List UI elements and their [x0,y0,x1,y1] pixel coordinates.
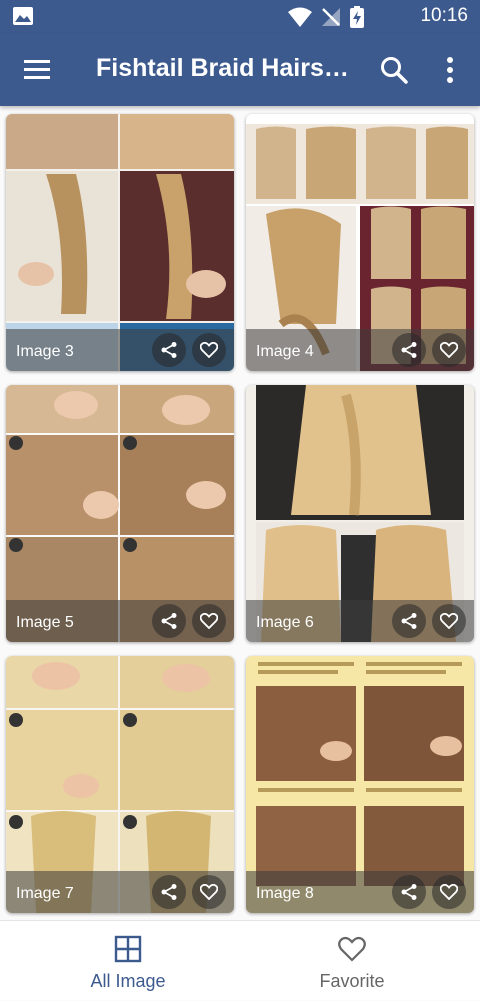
share-button[interactable] [392,875,426,909]
share-icon [401,613,417,629]
status-bar: 10:16 [0,0,480,34]
image-card[interactable]: Image 6 [246,385,474,642]
card-caption: Image 5 [16,614,74,631]
heart-outline-icon [200,342,218,358]
share-button[interactable] [152,604,186,638]
nav-label: All Image [90,971,166,991]
battery-charging-icon [350,6,364,28]
heart-outline-icon [200,613,218,629]
favorite-button[interactable] [432,875,466,909]
share-icon [161,342,177,358]
image-card[interactable]: Image 8 [246,656,474,913]
signal-off-icon [322,8,340,26]
image-card[interactable]: Image 4 [246,114,474,371]
favorite-button[interactable] [192,875,226,909]
image-card[interactable]: Image 3 [6,114,234,371]
image-notification-icon [13,7,33,25]
app-bar: Fishtail Braid Hairstyles [0,34,480,106]
share-button[interactable] [392,604,426,638]
heart-outline-icon [440,342,458,358]
favorite-button[interactable] [192,333,226,367]
share-icon [401,342,417,358]
nav-label: Favorite [319,971,385,991]
share-icon [161,613,177,629]
heart-outline-icon [200,884,218,900]
image-grid: Image 3 Image 4 Image 5 Image 6 Image 7 … [0,106,480,920]
wifi-icon [288,7,312,27]
heart-outline-icon [440,884,458,900]
page-title: Fishtail Braid Hairstyles [96,54,354,82]
favorite-button[interactable] [192,604,226,638]
favorite-button[interactable] [432,333,466,367]
share-icon [401,884,417,900]
hamburger-menu-icon[interactable] [20,54,56,86]
clock-time: 10:16 [420,5,468,26]
image-card[interactable]: Image 5 [6,385,234,642]
search-icon[interactable] [378,54,410,86]
card-caption: Image 6 [256,614,314,631]
bottom-navigation: All Image Favorite [0,920,480,1000]
card-caption: Image 4 [256,343,314,360]
card-caption: Image 7 [16,885,74,902]
grid-icon [114,935,142,963]
image-card[interactable]: Image 7 [6,656,234,913]
share-button[interactable] [392,333,426,367]
more-vert-icon[interactable] [438,54,462,86]
share-button[interactable] [152,875,186,909]
share-button[interactable] [152,333,186,367]
nav-favorite[interactable]: Favorite [232,921,472,1001]
heart-outline-icon [440,613,458,629]
card-caption: Image 3 [16,343,74,360]
nav-all-image[interactable]: All Image [8,921,248,1001]
favorite-button[interactable] [432,604,466,638]
share-icon [161,884,177,900]
card-caption: Image 8 [256,885,314,902]
heart-outline-icon [338,936,366,962]
